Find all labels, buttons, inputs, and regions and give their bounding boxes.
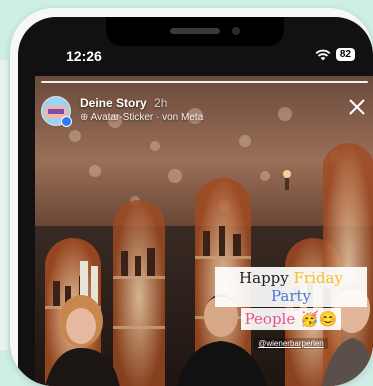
sticker-emoji: 🥳😊: [300, 310, 338, 328]
sticker-line-1: Happy Friday Party: [215, 267, 367, 307]
story-subtitle: Avatar-Sticker · von Meta: [90, 112, 204, 123]
sticker-icon: ⊕: [80, 112, 89, 123]
story-header: Deine Story 2h ⊕ Avatar-Sticker · von Me…: [41, 94, 368, 132]
page-edge: [0, 60, 8, 350]
speaker-grill: [170, 28, 220, 34]
story-progress-bar: [41, 81, 368, 83]
mention-handle[interactable]: @wienerbarperlen: [254, 338, 328, 349]
text-sticker[interactable]: Happy Friday Party People 🥳😊 @wienerbarp…: [215, 267, 367, 350]
close-icon[interactable]: [348, 98, 366, 116]
sticker-line-1-box: Happy Friday Party: [215, 267, 367, 307]
sticker-word-party: Party: [270, 287, 312, 305]
sticker-word-friday: Friday: [293, 269, 343, 287]
battery-indicator: 82: [335, 48, 355, 61]
sticker-line-2: People 🥳😊: [215, 308, 367, 330]
sticker-line-2-box: People 🥳😊: [240, 308, 342, 330]
front-camera: [232, 27, 240, 35]
story-author[interactable]: Deine Story 2h: [80, 96, 167, 110]
status-time: 12:26: [66, 48, 102, 64]
verified-badge-icon: [61, 116, 72, 127]
story-attribution[interactable]: ⊕ Avatar-Sticker · von Meta: [80, 112, 203, 123]
sticker-word-people: People: [244, 310, 296, 328]
phone-screen: 12:26 82 Deine Story 2h ⊕ Avatar-Sticker…: [18, 17, 373, 386]
story-viewer[interactable]: Deine Story 2h ⊕ Avatar-Sticker · von Me…: [35, 76, 373, 386]
story-title: Deine Story: [80, 96, 147, 110]
story-time: 2h: [154, 96, 168, 110]
sticker-word-happy: Happy: [239, 269, 289, 287]
phone-frame: 12:26 82 Deine Story 2h ⊕ Avatar-Sticker…: [10, 8, 373, 386]
status-indicators: 82: [315, 48, 355, 61]
sticker-handle-row: @wienerbarperlen: [215, 330, 367, 350]
wifi-icon: [315, 49, 331, 60]
phone-notch: [106, 17, 284, 46]
